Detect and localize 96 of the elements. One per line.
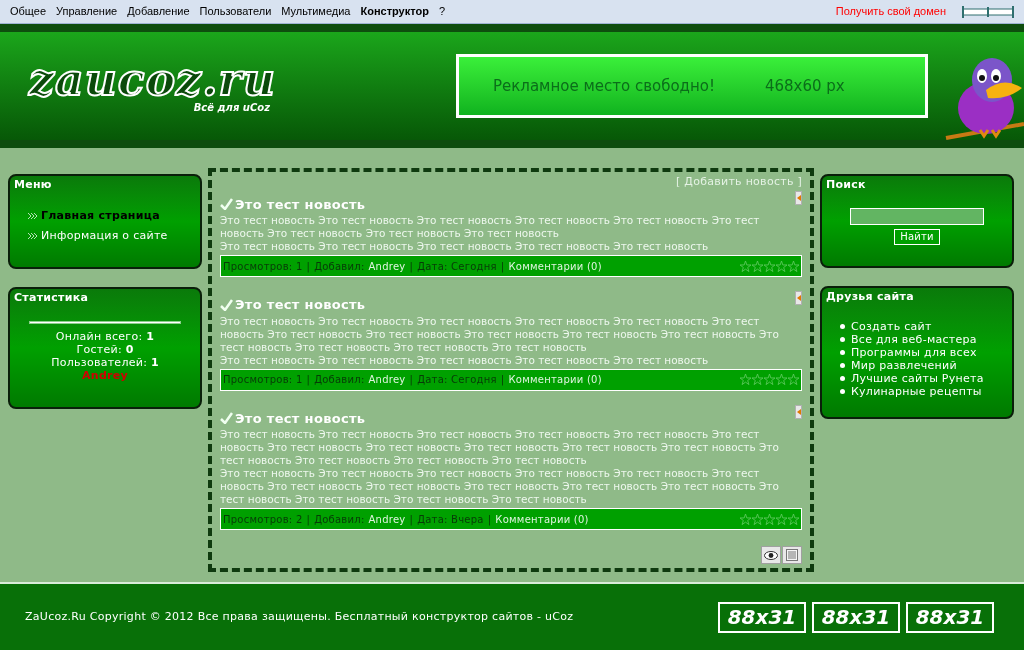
menu-link[interactable]: Информация о сайте bbox=[41, 228, 168, 245]
info-text: Просмотров: 1 bbox=[223, 259, 303, 274]
info-text: Добавил: bbox=[314, 512, 365, 527]
search-field[interactable] bbox=[850, 207, 984, 225]
friend-link[interactable]: Программы для всех bbox=[851, 345, 977, 359]
news-text: Это тест новость Это тест новость Это тест новость Это тест новость Это тест новость Это тест новость Это тест новость Это тест новость Это тест новость Это тест новость Это тест новость Это тест новость Это тест новость Это тест новость Это тест новость bbox=[220, 467, 780, 506]
star-icon[interactable] bbox=[776, 374, 787, 385]
banner-text: Рекламное место свободно! bbox=[493, 75, 715, 97]
add-news-link[interactable]: [ Добавить новость ] bbox=[675, 172, 802, 191]
star-icon[interactable] bbox=[752, 513, 763, 525]
separator: | bbox=[306, 512, 311, 527]
bullet-icon bbox=[840, 375, 845, 381]
admin-menu-item[interactable]: Общее bbox=[10, 3, 47, 20]
info-link[interactable]: Комментарии (0) bbox=[495, 511, 589, 527]
bullet-icon bbox=[840, 323, 845, 329]
star-icon[interactable] bbox=[764, 513, 775, 525]
bullet-icon bbox=[28, 212, 38, 219]
domain-link[interactable]: Получить свой домен bbox=[835, 3, 946, 20]
checkmark-icon bbox=[220, 412, 233, 425]
admin-menu-item[interactable]: Добавление bbox=[127, 3, 190, 20]
news-title[interactable]: Это тест новость bbox=[235, 295, 366, 315]
bullet-icon bbox=[840, 336, 845, 342]
document-icon[interactable] bbox=[782, 546, 802, 564]
button-badge[interactable]: 88x31 bbox=[906, 601, 994, 633]
block-title: Друзья сайта bbox=[825, 289, 915, 305]
info-link[interactable]: Комментарии (0) bbox=[508, 372, 602, 387]
friend-link[interactable]: Создать сайт bbox=[851, 319, 932, 333]
stat-line: Гостей: 0 bbox=[76, 342, 134, 356]
separator: | bbox=[487, 512, 492, 527]
info-link[interactable]: Комментарии (0) bbox=[508, 258, 602, 274]
stat-line: Онлайн всего: 1 bbox=[55, 329, 155, 343]
bullet-icon bbox=[28, 233, 38, 240]
news-text: Это тест новость Это тест новость Это тест новость Это тест новость Это тест новость Это тест новость Это тест новость Это тест новость Это тест новость bbox=[220, 214, 761, 240]
banner-size: 468x60 px bbox=[764, 75, 845, 97]
bullet-icon bbox=[840, 388, 845, 394]
copyright-text: ZaUcoz.Ru Copyright © 2012 Все права защищены. Бесплатный конструктор сайтов - uCoz bbox=[25, 608, 574, 625]
button-badge[interactable]: 88x31 bbox=[812, 601, 900, 633]
info-text: Просмотров: 1 bbox=[223, 373, 303, 387]
news-title[interactable]: Это тест новость bbox=[235, 408, 366, 428]
button-badge[interactable]: 88x31 bbox=[718, 601, 806, 633]
block-title: Поиск bbox=[825, 177, 867, 193]
star-icon[interactable] bbox=[788, 374, 799, 385]
star-icon[interactable] bbox=[752, 260, 763, 272]
checkmark-icon bbox=[220, 198, 233, 211]
admin-menu-item[interactable]: Управление bbox=[56, 3, 118, 20]
news-title[interactable]: Это тест новость bbox=[235, 194, 366, 214]
separator: | bbox=[306, 373, 311, 387]
admin-menu-item[interactable]: Мультимедиа bbox=[281, 3, 351, 20]
info-text: Добавил: bbox=[314, 259, 365, 274]
eye-icon[interactable] bbox=[761, 546, 781, 564]
menu-link[interactable]: Главная страница bbox=[41, 207, 160, 224]
star-icon[interactable] bbox=[764, 260, 775, 272]
separator: | bbox=[500, 259, 505, 274]
block-title: Статистика bbox=[13, 290, 90, 306]
info-text: Просмотров: 2 bbox=[223, 512, 303, 527]
logo-tagline: Всё для uCoz bbox=[193, 100, 270, 115]
news-text: Это тест новость Это тест новость Это тест новость Это тест новость Это тест новость bbox=[220, 353, 710, 367]
star-icon[interactable] bbox=[788, 260, 799, 272]
star-icon[interactable] bbox=[752, 374, 763, 385]
bullet-icon bbox=[840, 362, 845, 368]
info-text: Дата: Вчера bbox=[417, 512, 484, 527]
separator: | bbox=[306, 259, 311, 274]
separator: | bbox=[409, 373, 414, 387]
info-link[interactable]: Andrey bbox=[368, 372, 406, 387]
friend-link[interactable]: Мир развлечений bbox=[851, 358, 957, 372]
info-text: Дата: Сегодня bbox=[417, 259, 497, 274]
block-title: Меню bbox=[13, 177, 53, 193]
star-icon[interactable] bbox=[740, 260, 751, 272]
info-text: Добавил: bbox=[314, 373, 365, 387]
star-icon[interactable] bbox=[740, 374, 751, 385]
info-text: Дата: Сегодня bbox=[417, 373, 497, 387]
search-button[interactable]: Найти bbox=[894, 228, 940, 245]
friend-link[interactable]: Все для веб-мастера bbox=[851, 332, 977, 346]
stat-line: Пользователей: 1 bbox=[51, 355, 159, 369]
checkmark-icon bbox=[220, 298, 233, 311]
admin-menu-item[interactable]: ? bbox=[438, 3, 446, 20]
bullet-icon bbox=[840, 349, 845, 355]
separator: | bbox=[409, 259, 414, 274]
separator: | bbox=[409, 512, 414, 527]
star-icon[interactable] bbox=[776, 260, 787, 272]
star-icon[interactable] bbox=[764, 374, 775, 385]
ad-banner[interactable]: Рекламное место свободно! 468x60 px bbox=[456, 54, 928, 118]
news-text: Это тест новость Это тест новость Это тест новость Это тест новость Это тест новость Это тест новость Это тест новость Это тест новость Это тест новость Это тест новость Это тест новость Это тест новость Это тест новость Это тест новость Это тест новость bbox=[220, 314, 780, 354]
friend-link[interactable]: Лучшие сайты Рунета bbox=[851, 371, 984, 385]
news-text: Это тест новость Это тест новость Это тест новость Это тест новость Это тест новость bbox=[220, 240, 710, 253]
info-link[interactable]: Andrey bbox=[368, 258, 406, 274]
star-icon[interactable] bbox=[788, 513, 799, 525]
admin-menu-item[interactable]: Пользователи bbox=[199, 3, 272, 20]
admin-menu-item[interactable]: Конструктор bbox=[360, 3, 429, 20]
news-text: Это тест новость Это тест новость Это тест новость Это тест новость Это тест новость Это тест новость Это тест новость Это тест новость Это тест новость Это тест новость Это тест новость Это тест новость Это тест новость Это тест новость Это тест новость bbox=[220, 428, 780, 467]
friend-link[interactable]: Кулинарные рецепты bbox=[851, 384, 982, 398]
separator: | bbox=[500, 373, 505, 387]
info-link[interactable]: Andrey bbox=[368, 511, 406, 527]
star-icon[interactable] bbox=[776, 513, 787, 525]
star-icon[interactable] bbox=[740, 513, 751, 525]
slider-icon[interactable] bbox=[962, 5, 1014, 18]
